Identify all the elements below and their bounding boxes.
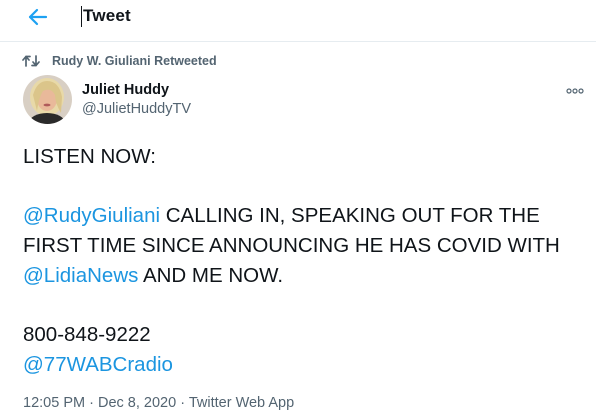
avatar[interactable]	[23, 75, 72, 124]
mention-link[interactable]: @LidiaNews	[23, 264, 138, 287]
author-handle[interactable]: @JulietHuddyTV	[82, 101, 191, 117]
mention-link[interactable]: @77WABCradio	[23, 353, 173, 376]
tweet-source[interactable]: Twitter Web App	[189, 395, 294, 411]
retweet-label[interactable]: Rudy W. Giuliani Retweeted	[52, 54, 217, 68]
retweet-icon	[22, 55, 40, 67]
tweet-time[interactable]: 12:05 PM	[23, 395, 85, 411]
author-name[interactable]: Juliet Huddy	[82, 82, 169, 98]
text-cursor	[81, 6, 82, 27]
tweet-line: @77WABCradio	[23, 350, 173, 380]
tweet-line-text: CALLING IN, SPEAKING OUT FOR THE	[160, 204, 540, 227]
tweet-line: LISTEN NOW:	[23, 145, 156, 168]
page-header: Tweet	[0, 0, 596, 41]
tweet-metadata: 12:05 PM · Dec 8, 2020 · Twitter Web App	[23, 395, 294, 411]
profile-photo	[23, 75, 72, 124]
tweet-line: @RudyGiuliani CALLING IN, SPEAKING OUT F…	[23, 201, 540, 231]
mention-link[interactable]: @RudyGiuliani	[23, 204, 160, 227]
separator: ·	[89, 395, 94, 411]
phone-number: 800-848-9222	[23, 323, 151, 346]
more-options-icon	[566, 88, 584, 94]
back-button[interactable]	[22, 2, 56, 32]
arrow-left-icon	[28, 8, 48, 26]
separator: ·	[180, 395, 186, 411]
tweet-line: @LidiaNews AND ME NOW.	[23, 261, 283, 291]
header-divider	[0, 41, 596, 42]
more-options-button[interactable]	[566, 82, 592, 96]
tweet-line-text: AND ME NOW.	[138, 264, 284, 287]
page-title: Tweet	[83, 6, 131, 25]
tweet-date[interactable]: Dec 8, 2020	[98, 395, 176, 411]
tweet-line: FIRST TIME SINCE ANNOUNCING HE HAS COVID…	[23, 234, 560, 257]
